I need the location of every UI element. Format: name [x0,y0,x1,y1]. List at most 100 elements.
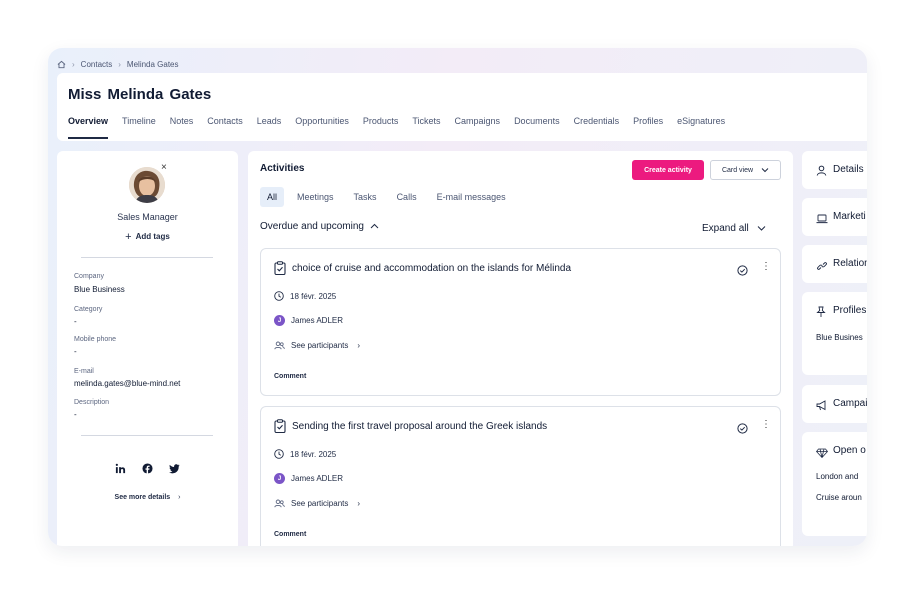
tab-credentials[interactable]: Credentials [574,116,620,139]
divider [81,435,213,436]
tab-notes[interactable]: Notes [170,116,194,139]
description-label: Description [74,399,110,406]
see-more-details-link[interactable]: See more details › [57,494,238,501]
see-participants-link[interactable]: See participants › [274,341,360,350]
activity-date: 18 févr. 2025 [274,449,336,459]
task-clipboard-icon [274,419,286,438]
breadcrumb-current: Melinda Gates [126,59,179,69]
check-circle-icon[interactable] [737,421,748,439]
record-header: Miss Melinda Gates Overview Timeline Not… [57,73,867,141]
chevron-down-icon [758,226,766,231]
tab-profiles[interactable]: Profiles [633,116,663,139]
page-title: Miss Melinda Gates [68,86,212,103]
chevron-right-icon: › [178,494,181,501]
breadcrumb-contacts[interactable]: Contacts [81,60,113,69]
tab-opportunities[interactable]: Opportunities [295,116,349,139]
pin-icon [816,305,826,323]
activity-title[interactable]: Sending the first travel proposal around… [292,421,547,432]
category-label: Category [74,306,103,313]
avatar[interactable] [129,167,165,203]
tab-esignatures[interactable]: eSignatures [677,116,725,139]
activity-owner: J James ADLER [274,315,343,326]
filter-calls[interactable]: Calls [390,187,424,207]
owner-name: James ADLER [291,316,344,325]
contact-role: Sales Manager [117,212,178,222]
activity-title[interactable]: choice of cruise and accommodation on th… [292,263,571,274]
category-value: - [74,317,77,326]
email-label: E-mail [74,368,94,375]
activity-card[interactable]: Sending the first travel proposal around… [260,406,781,546]
open-item[interactable]: Cruise aroun [816,493,862,502]
tab-overview[interactable]: Overview [68,116,109,139]
campaigns-panel[interactable]: Campai [802,385,867,423]
comment-label: Comment [274,531,307,538]
facebook-icon[interactable] [142,461,153,474]
open-opportunities-panel[interactable]: Open o London and Cruise aroun [802,432,867,536]
laptop-icon [816,211,828,229]
activity-date-value: 18 févr. 2025 [290,291,337,301]
details-title: Details [833,164,864,175]
more-vertical-icon[interactable]: ⋮ [761,419,771,430]
tab-timeline[interactable]: Timeline [122,116,156,139]
see-participants-label: See participants [291,499,349,508]
record-tabs: Overview Timeline Notes Contacts Leads O… [68,116,725,139]
profiles-value[interactable]: Blue Busines [816,333,863,342]
task-clipboard-icon [274,261,286,280]
link-icon [816,258,828,276]
mobile-phone-value: - [74,347,77,356]
activity-date: 18 févr. 2025 [274,291,336,301]
owner-name: James ADLER [291,474,344,483]
email-value[interactable]: melinda.gates@blue-mind.net [74,379,180,388]
open-title: Open o [833,445,866,456]
clock-icon [274,291,284,301]
card-view-dropdown[interactable]: Card view [710,160,781,180]
participants-icon [274,341,285,350]
tab-tickets[interactable]: Tickets [412,116,440,139]
overdue-upcoming-toggle[interactable]: Overdue and upcoming [260,221,379,232]
contact-summary-panel: × Sales Manager + Add tags Company Blue B… [57,151,238,546]
twitter-icon[interactable] [169,461,180,474]
filter-meetings[interactable]: Meetings [290,187,341,207]
chevron-right-icon: › [357,499,361,508]
create-activity-button[interactable]: Create activity [632,160,704,180]
open-item[interactable]: London and [816,472,858,481]
tab-leads[interactable]: Leads [257,116,282,139]
check-circle-icon[interactable] [737,263,748,281]
add-tags-label: Add tags [135,232,170,241]
activities-panel: Activities Create activity Card view All… [248,151,793,546]
details-panel[interactable]: Details [802,151,867,189]
clock-icon [274,449,284,459]
close-icon[interactable]: × [161,162,167,173]
person-icon [816,163,827,181]
expand-all-label: Expand all [702,223,749,234]
activity-filters: All Meetings Tasks Calls E-mail messages [260,187,513,207]
home-icon[interactable] [57,60,66,69]
tab-contacts[interactable]: Contacts [207,116,243,139]
filter-email-messages[interactable]: E-mail messages [430,187,513,207]
expand-all-button[interactable]: Expand all [702,223,766,234]
see-participants-link[interactable]: See participants › [274,499,360,508]
profiles-title: Profiles [833,305,867,316]
add-tags-button[interactable]: + Add tags [57,231,238,243]
profiles-panel[interactable]: Profiles Blue Busines [802,292,867,375]
filter-tasks[interactable]: Tasks [347,187,384,207]
relations-title: Relation [833,258,867,269]
tab-campaigns[interactable]: Campaigns [455,116,501,139]
chevron-up-icon [370,223,379,229]
chevron-right-icon: › [72,59,75,69]
company-label: Company [74,273,104,280]
tab-documents[interactable]: Documents [514,116,560,139]
company-value[interactable]: Blue Business [74,285,125,294]
activity-card[interactable]: choice of cruise and accommodation on th… [260,248,781,396]
megaphone-icon [816,398,828,416]
linkedin-icon[interactable] [115,461,126,474]
relations-panel[interactable]: Relation [802,245,867,283]
more-vertical-icon[interactable]: ⋮ [761,261,771,272]
tab-products[interactable]: Products [363,116,399,139]
owner-avatar: J [274,315,285,326]
owner-avatar: J [274,473,285,484]
chevron-right-icon: › [357,341,361,350]
chevron-right-icon: › [118,59,121,69]
marketing-panel[interactable]: Marketi [802,198,867,236]
filter-all[interactable]: All [260,187,285,207]
